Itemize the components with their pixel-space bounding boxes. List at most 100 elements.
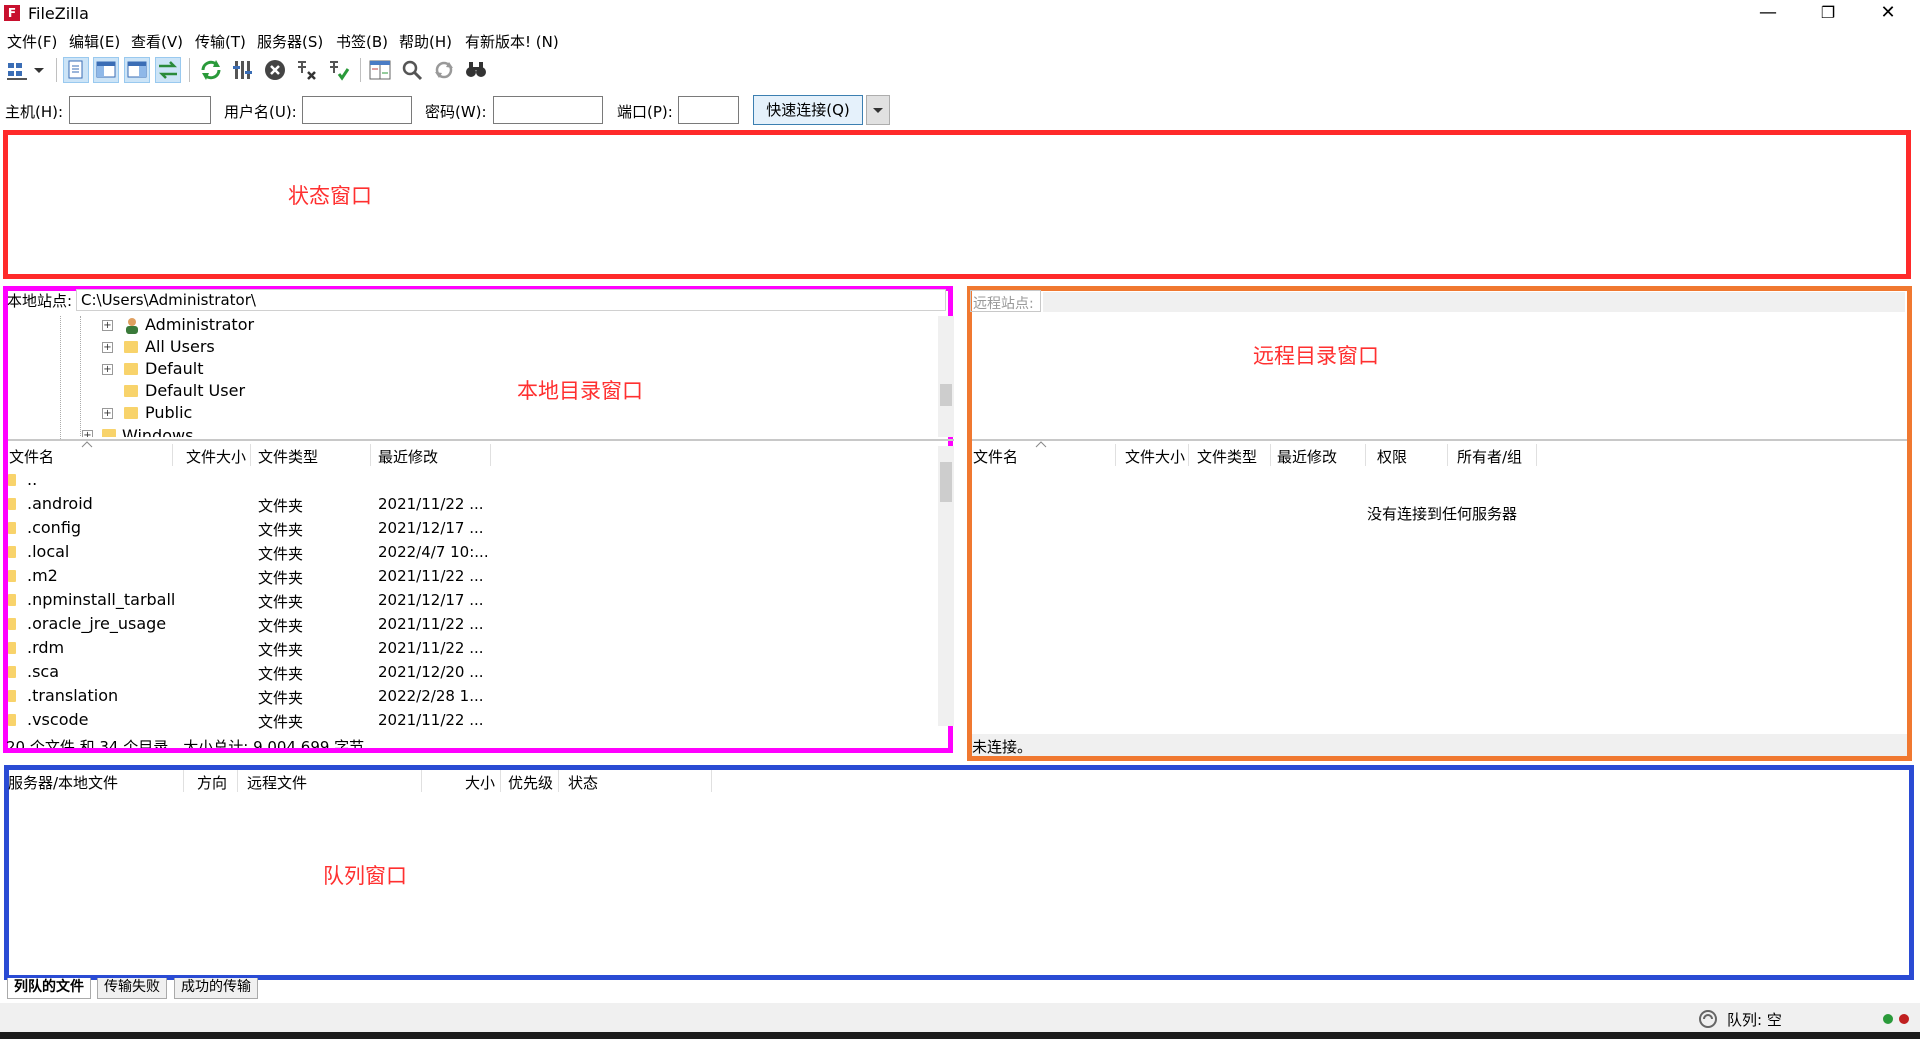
menu-view[interactable]: 查看(V) bbox=[131, 31, 183, 52]
toolbar bbox=[0, 54, 1920, 88]
restore-button[interactable]: ❐ bbox=[1800, 0, 1856, 28]
toggle-remote-tree-icon[interactable] bbox=[124, 57, 150, 83]
remote-site-path-input[interactable] bbox=[1043, 292, 1905, 312]
local-file-name[interactable]: .translation bbox=[27, 686, 118, 705]
menu-edit[interactable]: 编辑(E) bbox=[69, 31, 120, 52]
local-file-type: 文件夹 bbox=[258, 545, 304, 563]
expand-icon[interactable]: + bbox=[82, 430, 93, 437]
local-file-name[interactable]: .oracle_jre_usage bbox=[27, 614, 166, 633]
queue-col-status[interactable]: 状态 bbox=[568, 772, 598, 793]
queue-col-remote-file[interactable]: 远程文件 bbox=[247, 772, 307, 793]
window-title: FileZilla bbox=[28, 4, 89, 23]
local-parent-dir[interactable]: .. bbox=[27, 470, 37, 489]
menu-help[interactable]: 帮助(H) bbox=[399, 31, 452, 52]
local-file-type: 文件夹 bbox=[258, 713, 304, 731]
folder-icon bbox=[8, 642, 16, 654]
local-file-modified: 2022/2/28 1... bbox=[378, 687, 484, 705]
local-col-filename[interactable]: 文件名 bbox=[9, 446, 54, 467]
local-file-modified: 2021/11/22 ... bbox=[378, 495, 484, 513]
username-label: 用户名(U): bbox=[224, 103, 297, 121]
local-file-type: 文件夹 bbox=[258, 665, 304, 683]
tab-failed-transfers[interactable]: 传输失败 bbox=[97, 978, 167, 999]
local-col-type[interactable]: 文件类型 bbox=[258, 446, 318, 467]
directory-comparison-icon[interactable] bbox=[367, 57, 393, 83]
password-input[interactable] bbox=[493, 96, 603, 124]
toggle-local-tree-icon[interactable] bbox=[93, 57, 119, 83]
local-file-name[interactable]: .config bbox=[27, 518, 81, 537]
local-file-name[interactable]: .vscode bbox=[27, 710, 88, 729]
local-col-modified[interactable]: 最近修改 bbox=[378, 446, 438, 467]
host-input[interactable] bbox=[69, 96, 211, 124]
refresh-icon[interactable] bbox=[198, 57, 224, 83]
menu-bookmarks[interactable]: 书签(B) bbox=[336, 31, 388, 52]
expand-icon[interactable]: + bbox=[102, 364, 113, 375]
queue-col-direction[interactable]: 方向 bbox=[197, 772, 227, 793]
folder-icon bbox=[8, 618, 16, 630]
local-col-size[interactable]: 文件大小 bbox=[186, 446, 246, 467]
tab-queued-files[interactable]: 列队的文件 bbox=[7, 978, 91, 999]
tree-item-all-users[interactable]: All Users bbox=[145, 337, 215, 356]
local-site-path-input[interactable]: C:\Users\Administrator\ bbox=[76, 289, 946, 311]
search-icon[interactable] bbox=[463, 57, 489, 83]
transfer-queue-frame bbox=[4, 765, 1914, 980]
remote-col-owner[interactable]: 所有者/组 bbox=[1457, 446, 1522, 467]
folder-icon bbox=[124, 363, 138, 375]
username-input[interactable] bbox=[302, 96, 412, 124]
remote-col-type[interactable]: 文件类型 bbox=[1197, 446, 1257, 467]
quickconnect-bar: 主机(H): 用户名(U): 密码(W): 端口(P): 快速连接(Q) bbox=[0, 92, 1920, 128]
folder-icon bbox=[124, 385, 138, 397]
queue-col-local-file[interactable]: 服务器/本地文件 bbox=[8, 772, 118, 793]
port-input[interactable] bbox=[678, 96, 739, 124]
menu-transfer[interactable]: 传输(T) bbox=[195, 31, 246, 52]
sort-ascending-icon bbox=[1035, 441, 1047, 448]
sync-browsing-icon[interactable] bbox=[431, 57, 457, 83]
remote-status: 未连接。 bbox=[972, 738, 1033, 756]
disconnect-icon[interactable] bbox=[294, 57, 320, 83]
tree-item-windows[interactable]: Windows bbox=[122, 426, 193, 437]
local-file-name[interactable]: .npminstall_tarball bbox=[27, 590, 175, 609]
local-file-name[interactable]: .m2 bbox=[27, 566, 58, 585]
cancel-icon[interactable] bbox=[262, 57, 288, 83]
local-tree-scrollbar[interactable] bbox=[938, 316, 954, 437]
quickconnect-dropdown-button[interactable] bbox=[866, 95, 890, 125]
reconnect-icon[interactable] bbox=[326, 57, 352, 83]
tree-item-default-user[interactable]: Default User bbox=[145, 381, 245, 400]
toggle-transfer-queue-icon[interactable] bbox=[155, 57, 181, 83]
tree-item-administrator[interactable]: Administrator bbox=[145, 315, 254, 334]
minimize-button[interactable]: — bbox=[1740, 0, 1796, 28]
tab-successful-transfers[interactable]: 成功的传输 bbox=[174, 978, 258, 999]
filter-icon[interactable] bbox=[399, 57, 425, 83]
password-label: 密码(W): bbox=[425, 103, 487, 121]
queue-col-size[interactable]: 大小 bbox=[465, 772, 495, 793]
menu-server[interactable]: 服务器(S) bbox=[257, 31, 323, 52]
remote-col-filename[interactable]: 文件名 bbox=[973, 446, 1018, 467]
remote-col-modified[interactable]: 最近修改 bbox=[1277, 446, 1337, 467]
local-file-name[interactable]: .local bbox=[27, 542, 69, 561]
process-queue-icon[interactable] bbox=[230, 57, 256, 83]
site-manager-icon[interactable] bbox=[5, 57, 31, 83]
queue-col-priority[interactable]: 优先级 bbox=[508, 772, 553, 793]
remote-col-size[interactable]: 文件大小 bbox=[1125, 446, 1185, 467]
tree-item-default[interactable]: Default bbox=[145, 359, 203, 378]
quickconnect-button[interactable]: 快速连接(Q) bbox=[753, 95, 863, 125]
remote-col-permissions[interactable]: 权限 bbox=[1377, 446, 1407, 467]
folder-icon bbox=[8, 666, 16, 678]
local-list-scrollbar[interactable] bbox=[938, 446, 954, 726]
local-file-modified: 2021/11/22 ... bbox=[378, 711, 484, 729]
close-button[interactable]: ✕ bbox=[1860, 0, 1916, 28]
local-file-name[interactable]: .android bbox=[27, 494, 93, 513]
local-file-type: 文件夹 bbox=[258, 689, 304, 707]
dropdown-arrow-icon[interactable] bbox=[31, 57, 47, 83]
toggle-message-log-icon[interactable] bbox=[63, 57, 89, 83]
local-file-modified: 2021/12/17 ... bbox=[378, 591, 484, 609]
local-file-name[interactable]: .sca bbox=[27, 662, 59, 681]
expand-icon[interactable]: + bbox=[102, 408, 113, 419]
local-file-modified: 2021/12/20 ... bbox=[378, 663, 484, 681]
menu-file[interactable]: 文件(F) bbox=[7, 31, 57, 52]
taskbar-strip bbox=[0, 1032, 1920, 1039]
expand-icon[interactable]: + bbox=[102, 342, 113, 353]
tree-item-public[interactable]: Public bbox=[145, 403, 192, 422]
menu-new-version[interactable]: 有新版本! (N) bbox=[465, 31, 559, 52]
expand-icon[interactable]: + bbox=[102, 320, 113, 331]
local-file-name[interactable]: .rdm bbox=[27, 638, 64, 657]
